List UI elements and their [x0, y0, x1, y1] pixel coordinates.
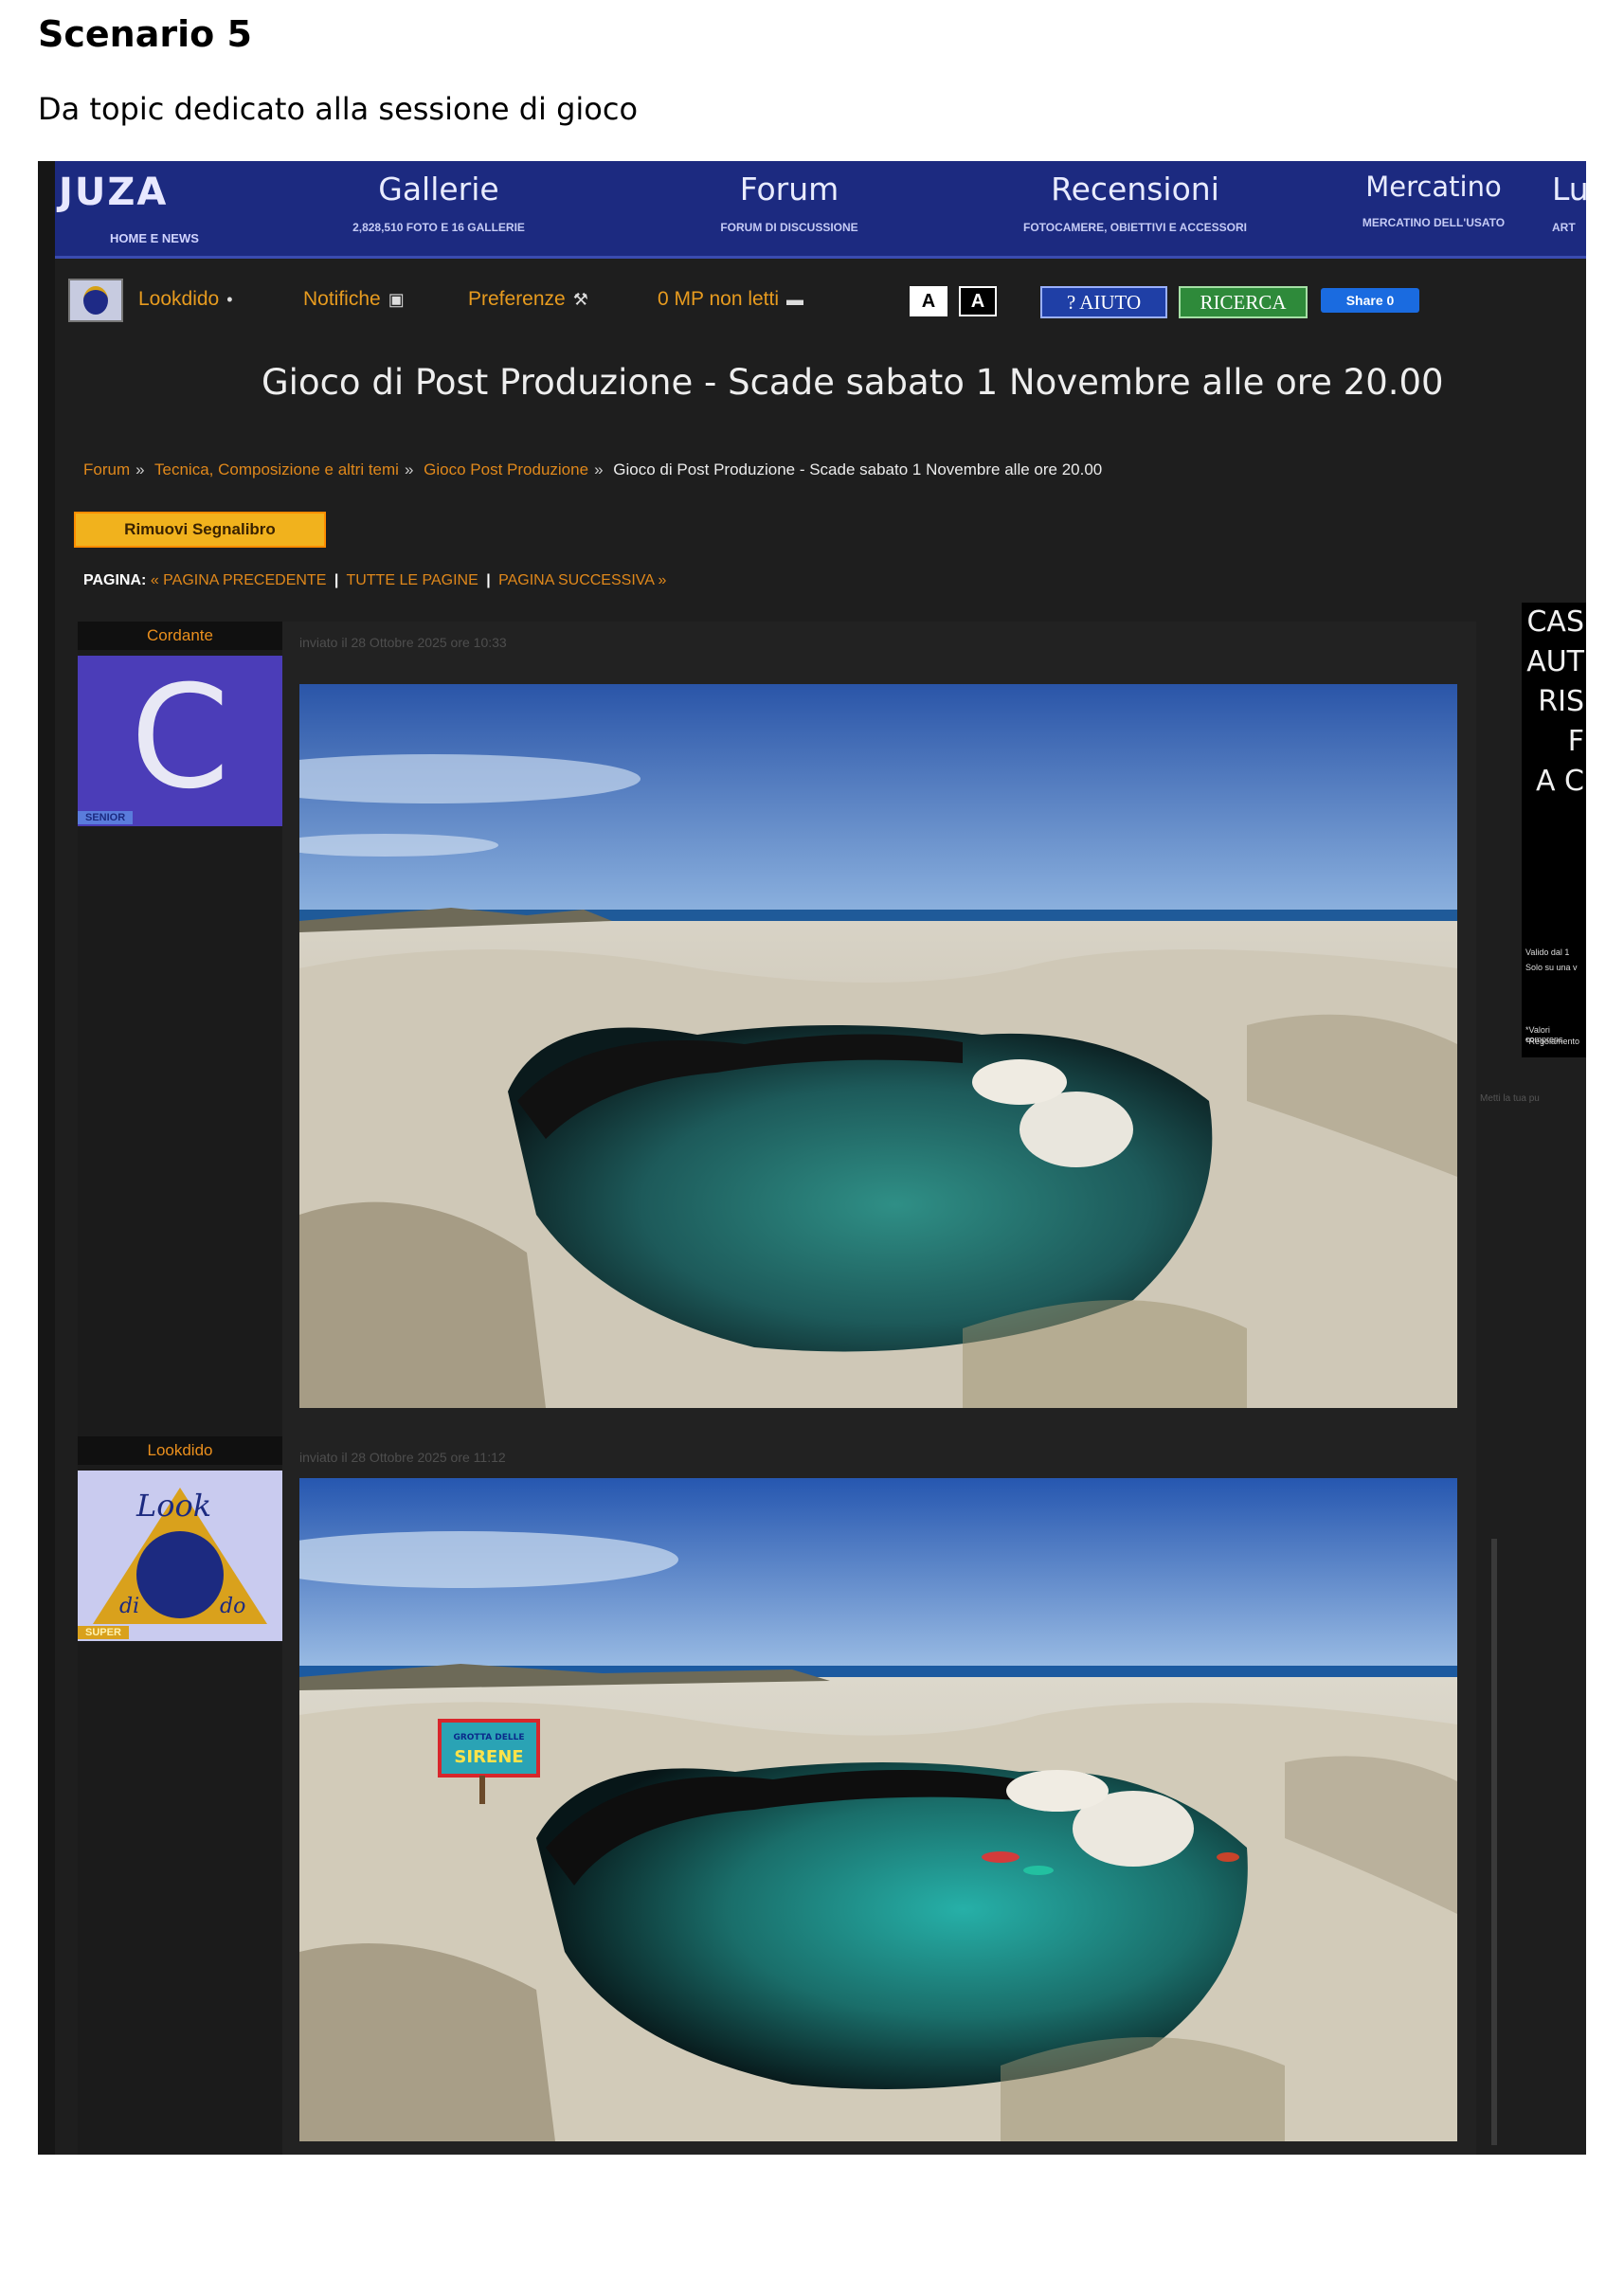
- top-navigation: JUZA HOME E NEWS Gallerie 2,828,510 FOTO…: [55, 161, 1586, 259]
- username-link[interactable]: Lookdido •: [138, 288, 233, 311]
- look-logo-image: Look di do: [93, 1488, 267, 1624]
- sidebar-advertisement[interactable]: CAS AUT RIS F A C Valido dal 1 Solo su u…: [1522, 603, 1586, 1057]
- post-author-column: Cordante C SENIOR: [78, 622, 282, 1436]
- breadcrumb-separator: »: [404, 460, 414, 478]
- pagination-separator: |: [486, 572, 491, 588]
- ad-line: RIS: [1538, 685, 1584, 718]
- messages-link[interactable]: 0 MP non letti ▬: [658, 288, 803, 311]
- user-avatar[interactable]: [68, 279, 123, 322]
- avatar-image: [83, 286, 108, 315]
- forum-post: Cordante C SENIOR inviato il 28 Ottobre …: [78, 622, 1476, 1436]
- sign-text-top: GROTTA DELLE: [453, 1733, 524, 1742]
- help-button[interactable]: ? AIUTO: [1040, 286, 1167, 318]
- user-bar: Lookdido • Notifiche ▣ Preferenze ⚒ 0 MP no…: [55, 267, 1586, 334]
- nav-description: ART: [1552, 221, 1576, 234]
- pagination-label: PAGINA:: [83, 572, 147, 588]
- scrollbar[interactable]: [1491, 1539, 1497, 2145]
- previous-page-link[interactable]: « PAGINA PRECEDENTE: [151, 572, 327, 588]
- nav-description: 2,828,510 FOTO E 16 GALLERIE: [352, 221, 525, 234]
- author-avatar[interactable]: C SENIOR: [78, 656, 282, 826]
- nav-mercatino[interactable]: Mercatino MERCATINO DELL'USATO: [1325, 171, 1543, 229]
- search-button[interactable]: RICERCA: [1179, 286, 1308, 318]
- nav-label: Gallerie: [378, 171, 499, 208]
- avatar-do-text: do: [220, 1595, 245, 1618]
- breadcrumb-subforum[interactable]: Gioco Post Produzione: [424, 460, 588, 478]
- nav-lu[interactable]: Lu ART: [1552, 171, 1586, 234]
- dropdown-dot-icon: •: [226, 290, 233, 309]
- document-subtitle: Da topic dedicato alla sessione di gioco: [38, 91, 639, 127]
- nav-description: MERCATINO DELL'USATO: [1362, 216, 1506, 229]
- preferences-link[interactable]: Preferenze ⚒: [468, 288, 588, 311]
- post-photo[interactable]: [299, 684, 1457, 1408]
- notifications-label: Notifiche: [303, 288, 381, 310]
- breadcrumb-separator: »: [135, 460, 145, 478]
- sign-text-main: SIRENE: [454, 1747, 523, 1767]
- ad-caption[interactable]: Metti la tua pu: [1480, 1093, 1540, 1104]
- site-logo[interactable]: JUZA HOME E NEWS: [55, 169, 273, 252]
- preferences-label: Preferenze: [468, 288, 566, 310]
- rank-badge: SUPER: [78, 1626, 129, 1639]
- post-date: inviato il 28 Ottobre 2025 ore 11:12: [299, 1450, 506, 1465]
- nav-label: Lu: [1552, 171, 1586, 208]
- edited-coastal-cave-photo: GROTTA DELLE SIRENE: [299, 1478, 1457, 2141]
- notification-icon: ▣: [388, 290, 405, 309]
- username: Lookdido: [138, 288, 220, 310]
- forum-post: Lookdido Look di do SUPER inviato il 28 …: [78, 1436, 1476, 2155]
- next-page-link[interactable]: PAGINA SUCCESSIVA »: [498, 572, 666, 588]
- coastal-cave-photo: [299, 684, 1457, 1408]
- ad-line: A C: [1535, 765, 1584, 798]
- forum-page: JUZA HOME E NEWS Gallerie 2,828,510 FOTO…: [55, 161, 1586, 2155]
- post-author-column: Lookdido Look di do SUPER: [78, 1436, 282, 2155]
- ad-line: F: [1567, 725, 1584, 758]
- pagination-separator: |: [334, 572, 339, 588]
- ad-line: CAS: [1526, 605, 1584, 639]
- notifications-link[interactable]: Notifiche ▣: [303, 288, 405, 311]
- breadcrumb: Forum » Tecnica, Composizione e altri tem…: [83, 460, 1102, 479]
- document-title: Scenario 5: [38, 13, 252, 55]
- avatar-di-text: di: [119, 1595, 139, 1618]
- ad-line: AUT: [1526, 645, 1584, 678]
- nav-gallerie[interactable]: Gallerie 2,828,510 FOTO E 16 GALLERIE: [320, 171, 557, 234]
- ad-fine-print: Valido dal 1: [1525, 948, 1570, 957]
- envelope-icon: ▬: [786, 290, 804, 309]
- nav-description: FORUM DI DISCUSSIONE: [720, 221, 858, 234]
- remove-bookmark-button[interactable]: Rimuovi Segnalibro: [74, 512, 326, 548]
- nav-label: Mercatino: [1365, 171, 1502, 203]
- post-photo[interactable]: GROTTA DELLE SIRENE: [299, 1478, 1457, 2141]
- tools-icon: ⚒: [572, 290, 588, 309]
- post-author-name[interactable]: Lookdido: [78, 1436, 282, 1465]
- logo-mark: JUZA: [59, 171, 169, 214]
- nav-recensioni[interactable]: Recensioni FOTOCAMERE, OBIETTIVI E ACCES…: [974, 171, 1296, 234]
- topic-title: Gioco di Post Produzione - Scade sabato …: [262, 362, 1444, 403]
- pagination: PAGINA: « PAGINA PRECEDENTE | TUTTE LE P…: [83, 572, 666, 589]
- share-button[interactable]: Share 0: [1321, 288, 1419, 313]
- ad-fine-print: Solo su una v: [1525, 963, 1578, 972]
- ad-fine-print: *Regolamento: [1525, 1037, 1580, 1046]
- nav-forum[interactable]: Forum FORUM DI DISCUSSIONE: [680, 171, 898, 234]
- post-date: inviato il 28 Ottobre 2025 ore 10:33: [299, 635, 507, 650]
- logo-subtitle: HOME E NEWS: [110, 231, 199, 245]
- nav-description: FOTOCAMERE, OBIETTIVI E ACCESSORI: [1022, 221, 1248, 234]
- breadcrumb-separator: »: [594, 460, 604, 478]
- post-author-name[interactable]: Cordante: [78, 622, 282, 650]
- author-avatar[interactable]: Look di do SUPER: [78, 1471, 282, 1641]
- breadcrumb-current: Gioco di Post Produzione - Scade sabato …: [613, 460, 1103, 478]
- nav-label: Recensioni: [1051, 171, 1219, 208]
- forum-screenshot: JUZA HOME E NEWS Gallerie 2,828,510 FOTO…: [38, 161, 1586, 2155]
- avatar-look-text: Look: [135, 1488, 211, 1524]
- breadcrumb-category[interactable]: Tecnica, Composizione e altri temi: [154, 460, 399, 478]
- avatar-letter: C: [130, 656, 230, 821]
- font-large-button[interactable]: A: [959, 286, 997, 316]
- nav-label: Forum: [739, 171, 839, 208]
- breadcrumb-forum[interactable]: Forum: [83, 460, 130, 478]
- font-small-button[interactable]: A: [910, 286, 947, 316]
- all-pages-link[interactable]: TUTTE LE PAGINE: [346, 572, 478, 588]
- rank-badge: SENIOR: [78, 811, 134, 824]
- messages-label: 0 MP non letti: [658, 288, 780, 310]
